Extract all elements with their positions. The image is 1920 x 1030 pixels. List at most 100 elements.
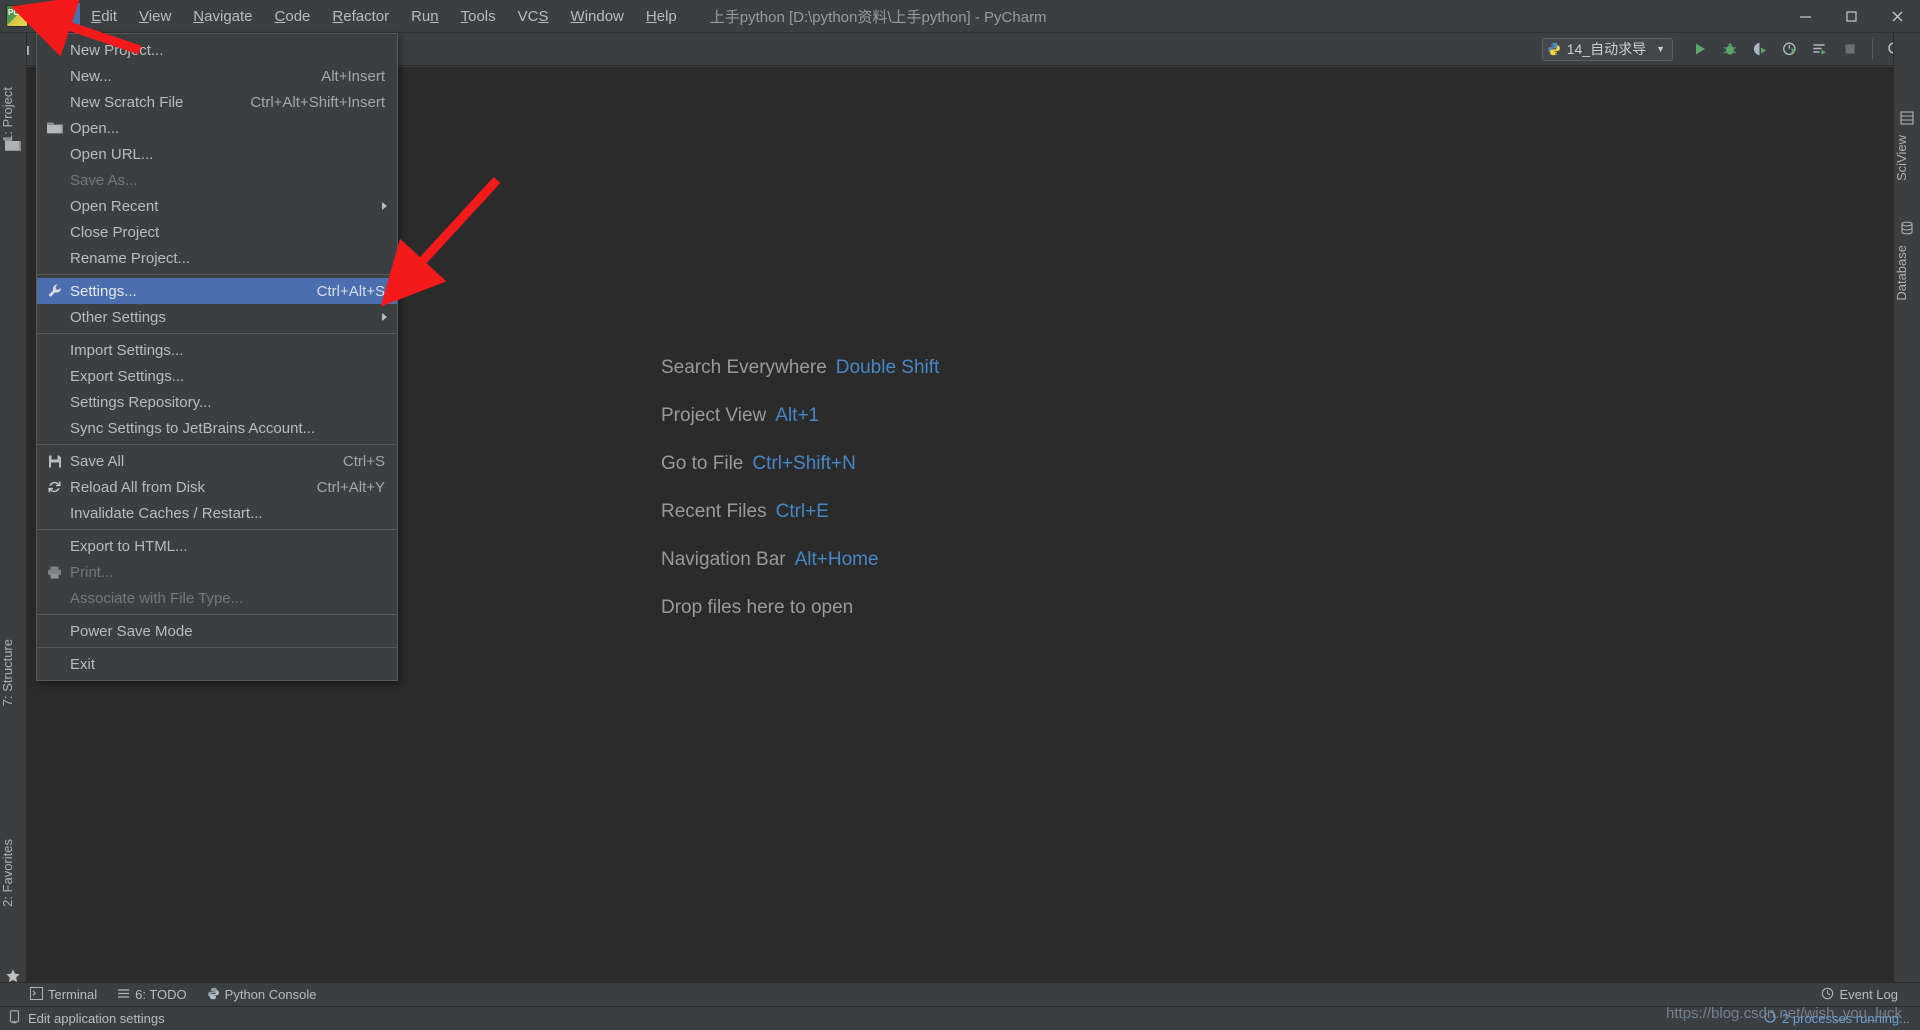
todo-icon	[117, 987, 130, 1003]
hint-key: Alt+Home	[795, 549, 879, 570]
bottom-tab-python-console-label: Python Console	[225, 987, 317, 1002]
run-configuration-label: 14_自动求导	[1567, 39, 1646, 59]
stop-icon[interactable]	[1835, 36, 1865, 62]
menu-separator	[37, 529, 397, 530]
menu-item-open[interactable]: Open...	[37, 115, 397, 141]
menu-item-label: Exit	[70, 656, 385, 673]
menu-item-rename-project[interactable]: Rename Project...	[37, 245, 397, 271]
menu-item-power-save-mode[interactable]: Power Save Mode	[37, 618, 397, 644]
window-controls	[1782, 0, 1920, 32]
hint-key: Alt+1	[775, 405, 819, 426]
menu-item-exit[interactable]: Exit	[37, 651, 397, 677]
profile-icon[interactable]	[1775, 36, 1805, 62]
menu-item-new[interactable]: New... Alt+Insert	[37, 63, 397, 89]
processes-spinner-icon	[1764, 1011, 1776, 1026]
menu-vcs[interactable]: VCS	[507, 3, 560, 30]
maximize-icon[interactable]	[1828, 0, 1874, 33]
terminal-icon	[30, 987, 43, 1003]
menu-file[interactable]: File	[34, 3, 80, 30]
menu-item-label: New Project...	[70, 42, 385, 59]
menu-tools[interactable]: Tools	[450, 3, 507, 30]
status-message: Edit application settings	[28, 1011, 165, 1026]
folder-icon	[46, 120, 63, 137]
menu-refactor[interactable]: Refactor	[321, 3, 400, 30]
menu-item-settings[interactable]: Settings... Ctrl+Alt+S	[37, 278, 397, 304]
run-icon[interactable]	[1685, 36, 1715, 62]
database-icon	[1900, 221, 1914, 239]
menu-item-label: Power Save Mode	[70, 623, 385, 640]
menu-run[interactable]: Run	[400, 3, 450, 30]
menu-item-label: Settings...	[70, 283, 295, 300]
menu-code[interactable]: Code	[264, 3, 322, 30]
menu-navigate[interactable]: Navigate	[182, 3, 263, 30]
close-icon[interactable]	[1874, 0, 1920, 33]
sidebar-item-database[interactable]: Database	[1894, 239, 1920, 307]
sidebar-item-project-label: 1: Project	[0, 87, 15, 142]
menu-view[interactable]: View	[128, 3, 182, 30]
sciview-icon	[1900, 111, 1914, 129]
menu-item-new-scratch-file[interactable]: New Scratch File Ctrl+Alt+Shift+Insert	[37, 89, 397, 115]
menu-item-reload-all-from-disk[interactable]: Reload All from Disk Ctrl+Alt+Y	[37, 474, 397, 500]
run-configuration-selector[interactable]: 14_自动求导 ▼	[1542, 38, 1673, 61]
menu-item-other-settings[interactable]: Other Settings	[37, 304, 397, 330]
hint-row-recent-files: Recent FilesCtrl+E	[661, 501, 939, 523]
menu-item-save-as: Save As...	[37, 167, 397, 193]
menu-item-label: Close Project	[70, 224, 385, 241]
processes-running-label[interactable]: 2 processes running...	[1782, 1011, 1910, 1026]
menu-item-save-all[interactable]: Save All Ctrl+S	[37, 448, 397, 474]
menu-edit[interactable]: Edit	[80, 3, 128, 30]
event-log-button[interactable]: Event Log	[1821, 987, 1898, 1003]
sidebar-item-favorites[interactable]: 2: Favorites	[0, 833, 27, 913]
menu-item-close-project[interactable]: Close Project	[37, 219, 397, 245]
menu-separator	[37, 614, 397, 615]
menu-item-label: Export Settings...	[70, 368, 385, 385]
menu-item-sync-settings-jetbrains-account[interactable]: Sync Settings to JetBrains Account...	[37, 415, 397, 441]
menu-item-import-settings[interactable]: Import Settings...	[37, 337, 397, 363]
menu-item-export-settings[interactable]: Export Settings...	[37, 363, 397, 389]
menu-item-label: Save As...	[70, 172, 385, 189]
event-log-label: Event Log	[1839, 987, 1898, 1002]
sidebar-item-database-label: Database	[1894, 245, 1909, 301]
run-with-parameters-icon[interactable]	[1805, 36, 1835, 62]
menu-item-new-project[interactable]: New Project...	[37, 37, 397, 63]
bottom-tab-todo[interactable]: 6: TODO	[117, 987, 187, 1003]
status-bar: Edit application settings 2 processes ru…	[0, 1006, 1920, 1030]
menu-item-shortcut: Ctrl+S	[343, 453, 385, 470]
chevron-down-icon[interactable]: ▼	[1656, 44, 1665, 54]
title-bar: File Edit View Navigate Code Refactor Ru…	[0, 0, 1920, 33]
hint-row-navigation-bar: Navigation BarAlt+Home	[661, 549, 939, 571]
sidebar-item-sciview[interactable]: SciView	[1894, 129, 1920, 187]
menu-item-label: Associate with File Type...	[70, 590, 385, 607]
menu-window[interactable]: Window	[560, 3, 635, 30]
menu-item-label: Open...	[70, 120, 385, 137]
debug-icon[interactable]	[1715, 36, 1745, 62]
bottom-tool-tabs: Terminal 6: TODO Python Console Event Lo…	[0, 982, 1920, 1006]
menu-item-export-to-html[interactable]: Export to HTML...	[37, 533, 397, 559]
hint-row-drop-files: Drop files here to open	[661, 597, 939, 619]
status-right-group[interactable]: 2 processes running...	[1764, 1011, 1910, 1026]
reload-icon	[46, 479, 63, 496]
menu-item-label: Rename Project...	[70, 250, 385, 267]
bottom-tab-python-console[interactable]: Python Console	[207, 987, 317, 1003]
menu-item-shortcut: Ctrl+Alt+S	[317, 283, 385, 300]
settings-hint-icon	[8, 1010, 21, 1027]
menu-item-label: Invalidate Caches / Restart...	[70, 505, 385, 522]
minimize-icon[interactable]	[1782, 0, 1828, 33]
hint-key: Ctrl+E	[776, 501, 829, 522]
hint-action: Project View	[661, 405, 766, 426]
menu-item-open-recent[interactable]: Open Recent	[37, 193, 397, 219]
menu-help[interactable]: Help	[635, 3, 688, 30]
menu-item-settings-repository[interactable]: Settings Repository...	[37, 389, 397, 415]
menu-item-open-url[interactable]: Open URL...	[37, 141, 397, 167]
chevron-right-icon	[382, 202, 387, 210]
menu-item-label: Save All	[70, 453, 321, 470]
sidebar-item-structure[interactable]: 7: Structure	[0, 633, 27, 712]
menu-item-invalidate-caches-restart[interactable]: Invalidate Caches / Restart...	[37, 500, 397, 526]
hint-row-project-view: Project View Alt+1	[661, 405, 939, 427]
bottom-tab-terminal-label: Terminal	[48, 987, 97, 1002]
run-coverage-icon[interactable]	[1745, 36, 1775, 62]
menu-item-label: Print...	[70, 564, 385, 581]
menu-item-label: Import Settings...	[70, 342, 385, 359]
bottom-tab-terminal[interactable]: Terminal	[30, 987, 97, 1003]
bottom-tab-todo-label: 6: TODO	[135, 987, 187, 1002]
